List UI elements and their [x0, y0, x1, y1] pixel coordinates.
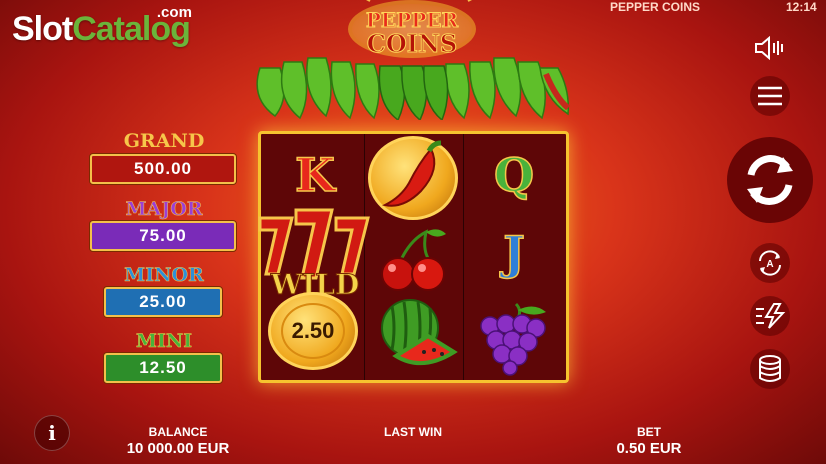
game-name: PEPPER COINS [610, 0, 701, 14]
svg-text:A: A [766, 259, 773, 270]
watermelon-icon [381, 299, 458, 366]
info-button[interactable]: i [34, 415, 70, 451]
cherries-icon [381, 229, 446, 291]
info-icon: i [48, 421, 56, 445]
pepper-coin-symbol [368, 136, 458, 220]
turbo-button[interactable] [750, 296, 790, 336]
chili-pepper-icon [382, 140, 442, 207]
reel-separator [463, 134, 464, 380]
autoplay-icon: A [759, 250, 781, 276]
spin-button[interactable] [727, 137, 813, 223]
sound-icon [755, 36, 783, 60]
game-logo: PEPPER COINS [362, 8, 462, 58]
garland-rope-right [467, 0, 548, 2]
coins-icon [759, 355, 781, 382]
jackpot-grand-title: GRAND [123, 130, 205, 152]
menu-button[interactable] [750, 76, 790, 116]
balance-label: BALANCE [148, 425, 208, 439]
jackpot-major-title: MAJOR [125, 198, 203, 221]
logo-line-2: COINS [366, 29, 458, 58]
spin-icon [747, 155, 793, 205]
slotcatalog-watermark: SlotCatalog .com [12, 4, 192, 49]
jackpot-mini-title: MINI [135, 330, 193, 353]
symbol-q: Q [493, 147, 535, 203]
coin-symbol: 2.50 [268, 292, 358, 370]
grapes-icon [480, 302, 546, 376]
jackpot-mini-value: 12.50 [104, 353, 222, 383]
garland-rope-left [298, 0, 371, 2]
jackpot-minor-title: MINOR [124, 264, 204, 287]
coin-value: 2.50 [281, 303, 345, 359]
last-win-label: LAST WIN [384, 425, 442, 439]
clock: 12:14 [786, 0, 817, 14]
turbo-icon [756, 303, 786, 329]
jackpot-major-value: 75.00 [90, 221, 236, 251]
jackpot-grand-value: 500.00 [90, 154, 236, 184]
symbol-k: K [294, 147, 335, 203]
watermark-com: .com [156, 4, 192, 21]
symbol-j: J [502, 225, 525, 281]
autoplay-button[interactable]: A [750, 243, 790, 283]
menu-icon [758, 86, 782, 106]
coins-bet-button[interactable] [750, 349, 790, 389]
bet-value[interactable]: 0.50 EUR [600, 440, 698, 457]
jackpot-minor-value: 25.00 [104, 287, 222, 317]
bet-label: BET [637, 425, 661, 439]
watermark-slot: Slot [12, 10, 73, 48]
balance-value: 10 000.00 EUR [126, 440, 230, 457]
sound-button[interactable] [750, 28, 790, 68]
